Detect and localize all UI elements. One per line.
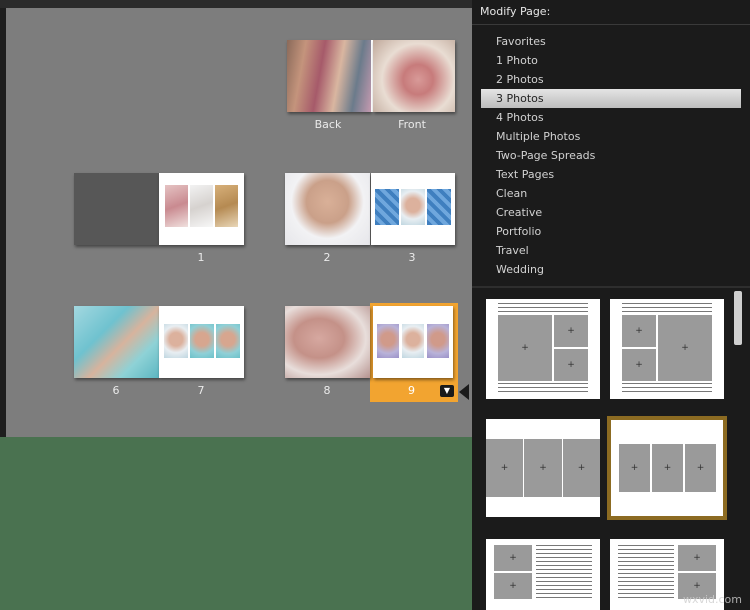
page-6[interactable] [74, 306, 159, 378]
template-text-lines [498, 303, 588, 313]
category-portfolio[interactable]: Portfolio [481, 222, 741, 241]
template-photo-slot: + [622, 349, 656, 381]
page-8-photo [285, 306, 370, 378]
popup-pointer-icon [459, 384, 469, 400]
page-7-photo-1 [164, 324, 188, 358]
template-photo-slot: + [622, 315, 656, 347]
template-text-lines [622, 383, 712, 395]
template-photo-slot: + [524, 439, 562, 497]
page-label-7: 7 [197, 384, 205, 397]
template-photo-slot: + [498, 315, 552, 381]
template-photo-slot: + [494, 545, 532, 571]
page-1-photo-3 [215, 185, 238, 227]
category-4-photos[interactable]: 4 Photos [481, 108, 741, 127]
template-text-lines [536, 545, 592, 601]
page-3-photo-1 [375, 189, 399, 225]
template-photo-slot: + [486, 439, 523, 497]
book-canvas: Back Front 1 2 3 6 7 8 9 ▼ [0, 8, 472, 437]
page-7-photo-2 [190, 324, 214, 358]
top-strip [0, 0, 472, 8]
category-wedding[interactable]: Wedding [481, 260, 741, 279]
page-2[interactable] [285, 173, 370, 245]
category-creative[interactable]: Creative [481, 203, 741, 222]
template-5[interactable]: + + [486, 539, 600, 610]
template-text-lines [498, 383, 588, 395]
page-2-photo [285, 173, 370, 245]
page-9[interactable] [373, 306, 453, 378]
template-1[interactable]: + + + [486, 299, 600, 399]
page-label-6: 6 [112, 384, 120, 397]
page-1-photo-2 [190, 185, 213, 227]
cover-back-page[interactable] [287, 40, 371, 112]
template-2[interactable]: + + + [610, 299, 724, 399]
page-1-photo-1 [165, 185, 188, 227]
cover-front-photo [373, 40, 455, 112]
cover-front-page[interactable] [373, 40, 455, 112]
page-label-8: 8 [323, 384, 331, 397]
template-4[interactable]: + + + [607, 416, 727, 520]
page-7-photo-3 [216, 324, 240, 358]
category-3-photos[interactable]: 3 Photos [481, 89, 741, 108]
page-3-photo-3 [427, 189, 451, 225]
category-multiple-photos[interactable]: Multiple Photos [481, 127, 741, 146]
page-label-9: 9 [408, 384, 415, 397]
category-favorites[interactable]: Favorites [481, 32, 741, 51]
page-label-2: 2 [323, 251, 331, 264]
template-photo-slot: + [685, 444, 716, 492]
template-text-lines [618, 545, 674, 601]
page-8[interactable] [285, 306, 370, 378]
page-9-photo-3 [427, 324, 449, 358]
template-3[interactable]: + + + [486, 419, 600, 517]
category-clean[interactable]: Clean [481, 184, 741, 203]
category-2-photos[interactable]: 2 Photos [481, 70, 741, 89]
modify-page-panel: Modify Page: Favorites 1 Photo 2 Photos … [472, 0, 750, 610]
template-scrollbar[interactable] [732, 289, 744, 610]
template-photo-slot: + [494, 573, 532, 599]
page-3[interactable] [371, 173, 455, 245]
template-text-lines [622, 303, 712, 313]
divider [472, 24, 750, 25]
category-1-photo[interactable]: 1 Photo [481, 51, 741, 70]
book-module-window: Back Front 1 2 3 6 7 8 9 ▼ Modify Page: … [0, 0, 750, 610]
page-9-photo-1 [377, 324, 399, 358]
chevron-down-icon[interactable]: ▼ [440, 385, 454, 397]
watermark: wxvid.com [682, 593, 742, 606]
cover-back-label: Back [314, 118, 342, 131]
panel-title: Modify Page: [480, 5, 551, 18]
template-grid: + + + + + + + + + + + + + + + + [472, 289, 734, 610]
category-list: Favorites 1 Photo 2 Photos 3 Photos 4 Ph… [481, 32, 741, 279]
page-label-3: 3 [408, 251, 416, 264]
page-6-photo [74, 306, 159, 378]
page-9-photo-2 [402, 324, 424, 358]
template-photo-slot: + [658, 315, 712, 381]
background-area [0, 437, 472, 610]
page-1[interactable] [159, 173, 244, 245]
template-photo-slot: + [554, 315, 588, 347]
template-photo-slot: + [619, 444, 650, 492]
blank-page [74, 173, 159, 245]
category-two-page-spreads[interactable]: Two-Page Spreads [481, 146, 741, 165]
scrollbar-thumb[interactable] [734, 291, 742, 345]
cover-front-label: Front [398, 118, 426, 131]
template-photo-slot: + [554, 349, 588, 381]
page-label-1: 1 [197, 251, 205, 264]
template-photo-slot: + [652, 444, 683, 492]
category-travel[interactable]: Travel [481, 241, 741, 260]
template-photo-slot: + [563, 439, 600, 497]
template-photo-slot: + [678, 545, 716, 571]
divider [472, 286, 750, 288]
page-3-photo-2 [401, 189, 425, 225]
page-7[interactable] [159, 306, 244, 378]
category-text-pages[interactable]: Text Pages [481, 165, 741, 184]
cover-back-photo [287, 40, 371, 112]
